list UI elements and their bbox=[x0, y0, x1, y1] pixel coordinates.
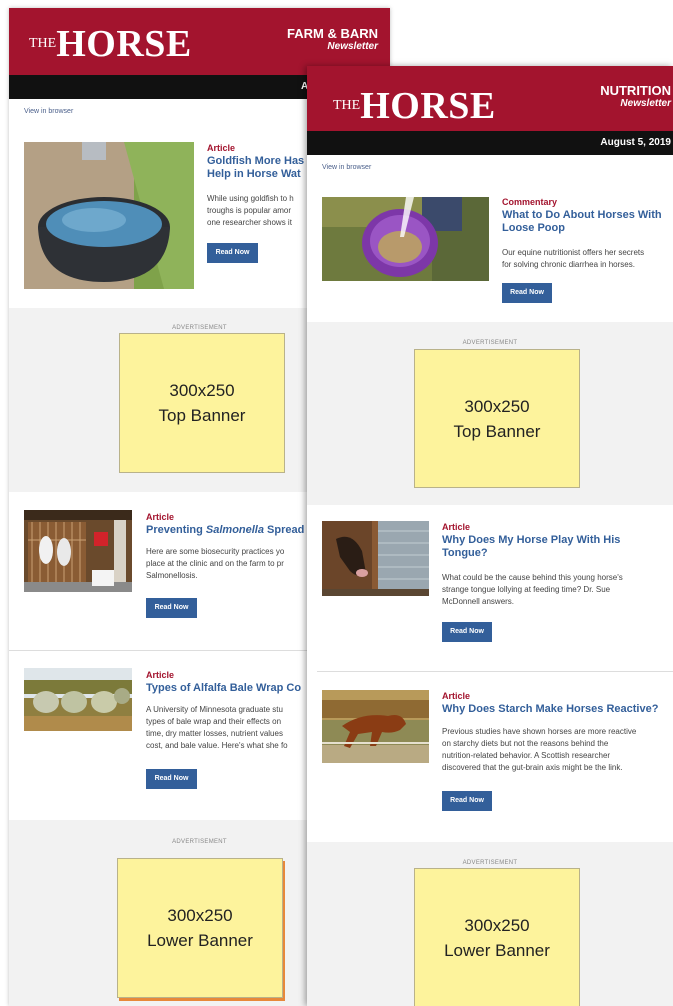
lower-ad-section: ADVERTISEMENT 300x250 Lower Banner bbox=[307, 842, 673, 1006]
article-title[interactable]: Why Does Starch Make Horses Reactive? bbox=[442, 703, 672, 716]
lower-banner-ad[interactable]: 300x250 Lower Banner bbox=[414, 868, 580, 1006]
horse-tongue-photo[interactable] bbox=[322, 521, 429, 596]
date-bar: August 5, 2019 bbox=[307, 131, 673, 155]
newsletter-section-label: FARM & BARN Newsletter bbox=[287, 26, 378, 52]
article-category: Commentary bbox=[502, 197, 558, 207]
newsletter-section-label: NUTRITION Newsletter bbox=[600, 83, 671, 109]
top-banner-ad[interactable]: 300x250 Top Banner bbox=[414, 349, 580, 488]
article-category: Article bbox=[146, 512, 175, 522]
nutrition-newsletter: THEHORSE NUTRITION Newsletter August 5, … bbox=[307, 66, 673, 1006]
read-now-button[interactable]: Read Now bbox=[146, 769, 197, 789]
the-horse-logo[interactable]: THEHORSE bbox=[333, 84, 496, 128]
date-text: August 5, 2019 bbox=[600, 137, 671, 148]
article-category: Article bbox=[442, 522, 471, 532]
read-now-button[interactable]: Read Now bbox=[146, 598, 197, 618]
barn-stall-photo[interactable] bbox=[24, 510, 132, 592]
article-description: Our equine nutritionist offers her secre… bbox=[502, 248, 645, 269]
newsletter-header: THEHORSE NUTRITION Newsletter bbox=[307, 66, 673, 131]
bucking-horse-photo[interactable] bbox=[322, 690, 429, 763]
article-title[interactable]: What to Do About Horses With Loose Poop bbox=[502, 209, 672, 235]
top-banner-ad[interactable]: 300x250 Top Banner bbox=[119, 333, 285, 473]
read-now-button[interactable]: Read Now bbox=[207, 243, 258, 263]
advertisement-label: ADVERTISEMENT bbox=[462, 340, 518, 346]
article-category: Article bbox=[146, 670, 175, 680]
read-now-button[interactable]: Read Now bbox=[442, 622, 492, 642]
top-ad-section: ADVERTISEMENT 300x250 Top Banner bbox=[307, 322, 673, 505]
article-category: Article bbox=[442, 691, 471, 701]
article-title[interactable]: Why Does My Horse Play With His Tongue? bbox=[442, 534, 672, 560]
article-description: Previous studies have shown horses are m… bbox=[442, 727, 637, 772]
advertisement-label: ADVERTISEMENT bbox=[462, 860, 518, 866]
read-now-button[interactable]: Read Now bbox=[502, 283, 552, 303]
bucket-feed-photo[interactable] bbox=[322, 197, 489, 281]
view-in-browser-link[interactable]: View in browser bbox=[322, 164, 371, 171]
lower-banner-ad[interactable]: 300x250 Lower Banner bbox=[117, 858, 283, 998]
article-description: What could be the cause behind this youn… bbox=[442, 573, 623, 606]
the-horse-logo[interactable]: THEHORSE bbox=[29, 22, 192, 66]
article-category: Article bbox=[207, 143, 236, 153]
newsletter-header: THEHORSE FARM & BARN Newsletter bbox=[9, 8, 390, 75]
divider bbox=[317, 671, 673, 672]
read-now-button[interactable]: Read Now bbox=[442, 791, 492, 811]
hay-bales-photo[interactable] bbox=[24, 668, 132, 731]
water-trough-photo[interactable] bbox=[24, 142, 194, 289]
view-in-browser-link[interactable]: View in browser bbox=[24, 108, 73, 115]
